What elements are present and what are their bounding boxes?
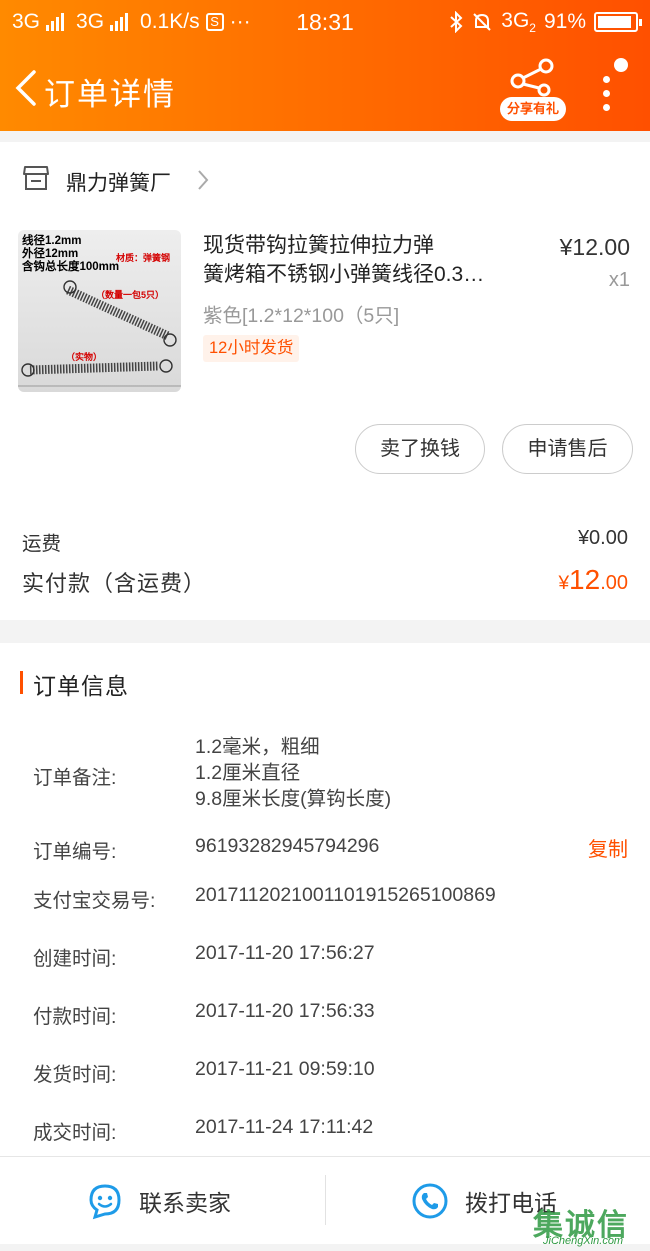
- closed-time-value: 2017-11-24 17:11:42: [195, 1116, 374, 1138]
- shipping-fee-value: ¥0.00: [577, 527, 628, 549]
- notification-dot-icon: [614, 58, 628, 72]
- product-sku: 紫色[1.2*12*100（5只]: [203, 305, 400, 327]
- share-icon: [510, 58, 554, 97]
- shipping-tag: 12小时发货: [203, 335, 300, 362]
- battery-percent: 91%: [543, 10, 586, 34]
- mute-icon: [473, 13, 491, 31]
- paid-time-label: 付款时间:: [33, 1006, 117, 1028]
- contact-seller-button[interactable]: 联系卖家: [86, 1157, 231, 1245]
- after-sale-button[interactable]: 申请售后: [502, 424, 633, 474]
- shop-name: 鼎力弹簧厂: [66, 172, 171, 195]
- resell-button[interactable]: 卖了换钱: [355, 424, 485, 474]
- back-arrow-icon[interactable]: [12, 70, 42, 106]
- network-label-3: 3G2: [501, 9, 536, 36]
- order-card: 鼎力弹簧厂 线径1.2mm 外径12mm 含钩总长度100mm 材质：弹簧钢 （…: [0, 142, 650, 620]
- created-time-value: 2017-11-20 17:56:27: [195, 942, 375, 964]
- closed-time-label: 成交时间:: [33, 1122, 117, 1144]
- chat-icon: [89, 1184, 121, 1220]
- paid-amount-value: ¥12.00: [558, 564, 628, 595]
- product-image[interactable]: 线径1.2mm 外径12mm 含钩总长度100mm 材质：弹簧钢 （数量一包5只…: [18, 230, 181, 392]
- order-number-value: 96193282945794296: [195, 835, 380, 857]
- created-time-label: 创建时间:: [33, 948, 117, 970]
- shipped-time-value: 2017-11-21 09:59:10: [195, 1058, 375, 1080]
- section-accent-bar: [20, 671, 23, 694]
- watermark: 集诚信 JiChengXin.com: [533, 1200, 647, 1250]
- paid-time-value: 2017-11-20 17:56:33: [195, 1000, 375, 1022]
- divider: [325, 1175, 326, 1225]
- status-bar: 3G 3G 0.1K/s S ··· 18:31 3G2 91%: [0, 0, 650, 44]
- order-info-section: 订单信息 订单备注: 1.2毫米，粗细 1.2厘米直径 9.8厘米长度(算钩长度…: [0, 643, 650, 1158]
- more-menu-button[interactable]: [596, 58, 632, 118]
- shop-icon: [23, 166, 49, 190]
- shop-row[interactable]: 鼎力弹簧厂: [0, 160, 650, 200]
- shipping-fee-label: 运费: [22, 533, 62, 555]
- alipay-trade-value: 2017112021001101915265100869: [195, 884, 496, 906]
- phone-icon: [412, 1183, 448, 1219]
- watermark-url: JiChengXin.com: [543, 1235, 624, 1247]
- share-label: 分享有礼: [500, 97, 566, 121]
- nav-bar: 订单详情 分享有礼: [0, 52, 650, 124]
- remark-value: 1.2毫米，粗细 1.2厘米直径 9.8厘米长度(算钩长度): [195, 736, 392, 810]
- contact-seller-label: 联系卖家: [139, 1190, 231, 1216]
- chevron-right-icon: [198, 170, 209, 190]
- spring-illustration: [18, 280, 181, 387]
- product-quantity: x1: [608, 269, 630, 291]
- copy-order-number-button[interactable]: 复制: [588, 833, 628, 862]
- battery-icon: [594, 12, 642, 33]
- alipay-trade-label: 支付宝交易号:: [33, 890, 156, 912]
- order-number-label: 订单编号:: [33, 841, 117, 863]
- product-title[interactable]: 现货带钩拉簧拉伸拉力弹 簧烤箱不锈钢小弹簧线径0.3…: [203, 231, 528, 289]
- header: 3G 3G 0.1K/s S ··· 18:31 3G2 91% 订单详情 分享…: [0, 0, 650, 131]
- share-button[interactable]: 分享有礼: [500, 57, 566, 121]
- shipped-time-label: 发货时间:: [33, 1064, 117, 1086]
- order-info-title: 订单信息: [33, 673, 129, 699]
- paid-amount-label: 实付款（含运费）: [22, 571, 207, 596]
- remark-label: 订单备注:: [33, 767, 117, 789]
- product-price: ¥12.00: [559, 234, 630, 260]
- bluetooth-icon: [450, 11, 463, 34]
- page-title: 订单详情: [44, 77, 176, 112]
